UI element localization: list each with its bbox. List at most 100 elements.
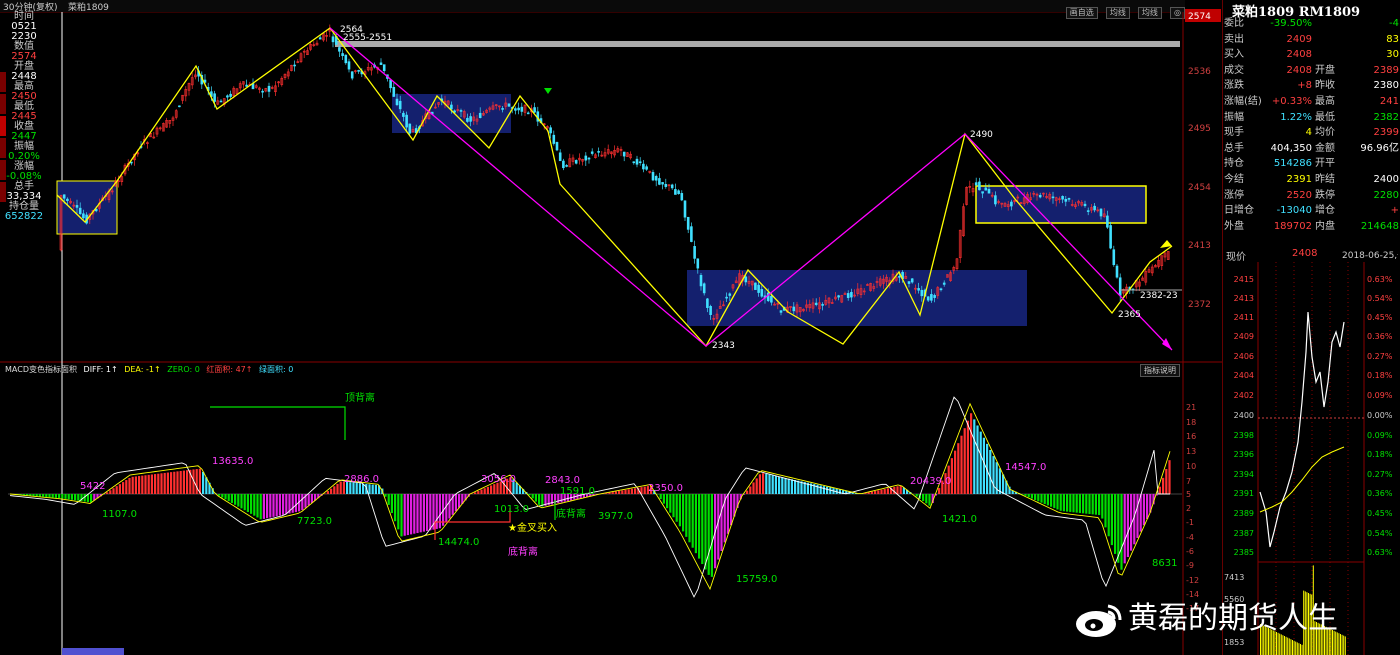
price-axis-label: 2495	[1188, 124, 1211, 134]
macd-bar	[266, 494, 269, 519]
candle-body	[920, 289, 924, 297]
macd-red-area: 红面积: 47↑	[206, 365, 253, 374]
candle-body	[917, 288, 920, 291]
macd-green-area: 绿面积: 0	[259, 365, 294, 374]
quote-value-2: 30	[1386, 49, 1399, 61]
mini-price-label: 2396	[1234, 450, 1254, 459]
macd-bar	[787, 478, 790, 494]
mini-pct-label: 0.09%	[1367, 391, 1393, 400]
macd-area-label: 2843.0	[545, 475, 580, 486]
label-low2: 2365	[1118, 310, 1141, 320]
macd-bar	[144, 475, 147, 494]
macd-bar	[291, 494, 294, 513]
candle-body	[702, 283, 706, 294]
quote-value: 4	[1305, 127, 1312, 139]
macd-bar	[198, 468, 201, 494]
macd-bar	[970, 413, 973, 494]
candle-body	[178, 105, 181, 108]
macd-bar	[797, 480, 800, 494]
macd-bar	[218, 494, 221, 496]
candle-body	[754, 282, 757, 290]
macd-axis-label: 7	[1186, 477, 1191, 486]
macd-bar	[928, 494, 931, 506]
candle-body	[907, 281, 911, 284]
macd-bar	[45, 494, 48, 497]
candle-body	[677, 190, 680, 195]
quote-label: 委比	[1224, 18, 1244, 29]
candle-body	[690, 226, 693, 242]
macd-bar	[1059, 494, 1062, 511]
candle-body	[408, 123, 412, 134]
candle-body	[379, 62, 383, 65]
candle-body	[318, 37, 322, 40]
macd-bar	[896, 486, 899, 494]
macd-bar	[368, 484, 371, 494]
macd-bar	[474, 492, 477, 494]
candle-body	[850, 292, 853, 298]
mini-pct-label: 0.27%	[1367, 470, 1393, 479]
candle-body	[555, 142, 559, 151]
macd-bar	[109, 490, 112, 494]
macd-bar	[877, 490, 880, 494]
quote-value: +8	[1297, 80, 1312, 92]
candle-body	[75, 205, 79, 208]
quote-label-2: 开盘	[1315, 64, 1335, 76]
mini-vol-bar	[1340, 634, 1341, 655]
macd-title: MACD变色指标面积	[5, 365, 77, 374]
macd-bar	[480, 489, 483, 494]
macd-bar	[669, 494, 672, 513]
macd-bar	[1126, 494, 1129, 558]
candle-body	[558, 152, 562, 162]
chart-canvas[interactable]: 25742536249524542413237225642555-2551249…	[0, 0, 1222, 655]
macd-bar	[224, 494, 227, 500]
macd-bar	[883, 488, 886, 494]
macd-area-label: 7723.0	[297, 516, 332, 527]
macd-bar	[1053, 494, 1056, 509]
candle-body	[392, 86, 396, 97]
candle-body	[926, 296, 930, 301]
macd-bar	[157, 473, 160, 494]
quote-label: 今结	[1224, 174, 1244, 185]
candle-body	[389, 79, 392, 89]
price-axis-label: 2536	[1188, 67, 1211, 77]
quote-value: +0.33%	[1271, 96, 1312, 107]
macd-bar	[726, 494, 729, 534]
macd-bar	[762, 473, 765, 494]
macd-bar	[627, 489, 630, 494]
quote-value-2: -4	[1389, 18, 1399, 29]
macd-bar	[688, 494, 691, 543]
macd-bar	[336, 483, 339, 494]
box-3	[687, 270, 1027, 326]
mini-pct-label: 0.45%	[1367, 313, 1393, 322]
quote-label-2: 均价	[1315, 127, 1335, 139]
mini-avg-line	[1259, 446, 1345, 513]
macd-bar	[70, 494, 73, 500]
candle-body	[770, 295, 773, 303]
mini-price-label: 2409	[1234, 332, 1254, 341]
macd-bar	[1043, 494, 1046, 505]
quote-label: 外盘	[1224, 220, 1244, 232]
candle-body	[398, 100, 402, 110]
macd-bar	[413, 494, 416, 534]
macd-bar	[675, 494, 678, 522]
macd-bar	[992, 456, 995, 494]
candle-body	[267, 85, 271, 92]
candle-body	[670, 184, 674, 189]
quote-value-2: 2399	[1373, 127, 1399, 139]
mini-vol-bar	[1343, 635, 1345, 655]
macd-bar	[387, 494, 390, 505]
macd-bar	[765, 473, 768, 494]
macd-bar	[61, 494, 64, 499]
macd-area-label: 2350.0	[648, 483, 683, 494]
candle-body	[526, 112, 530, 115]
macd-bar	[784, 477, 787, 494]
candle-body	[680, 193, 684, 201]
macd-bar	[1030, 494, 1033, 499]
quote-value-2: +	[1390, 205, 1399, 217]
macd-area-label: 14547.0	[1005, 462, 1046, 473]
macd-bar	[666, 494, 669, 509]
mini-pct-label: 0.18%	[1367, 371, 1393, 380]
candle-body	[898, 276, 901, 278]
indicator-help-button[interactable]: 指标说明	[1140, 364, 1180, 377]
candle-body	[341, 53, 344, 57]
